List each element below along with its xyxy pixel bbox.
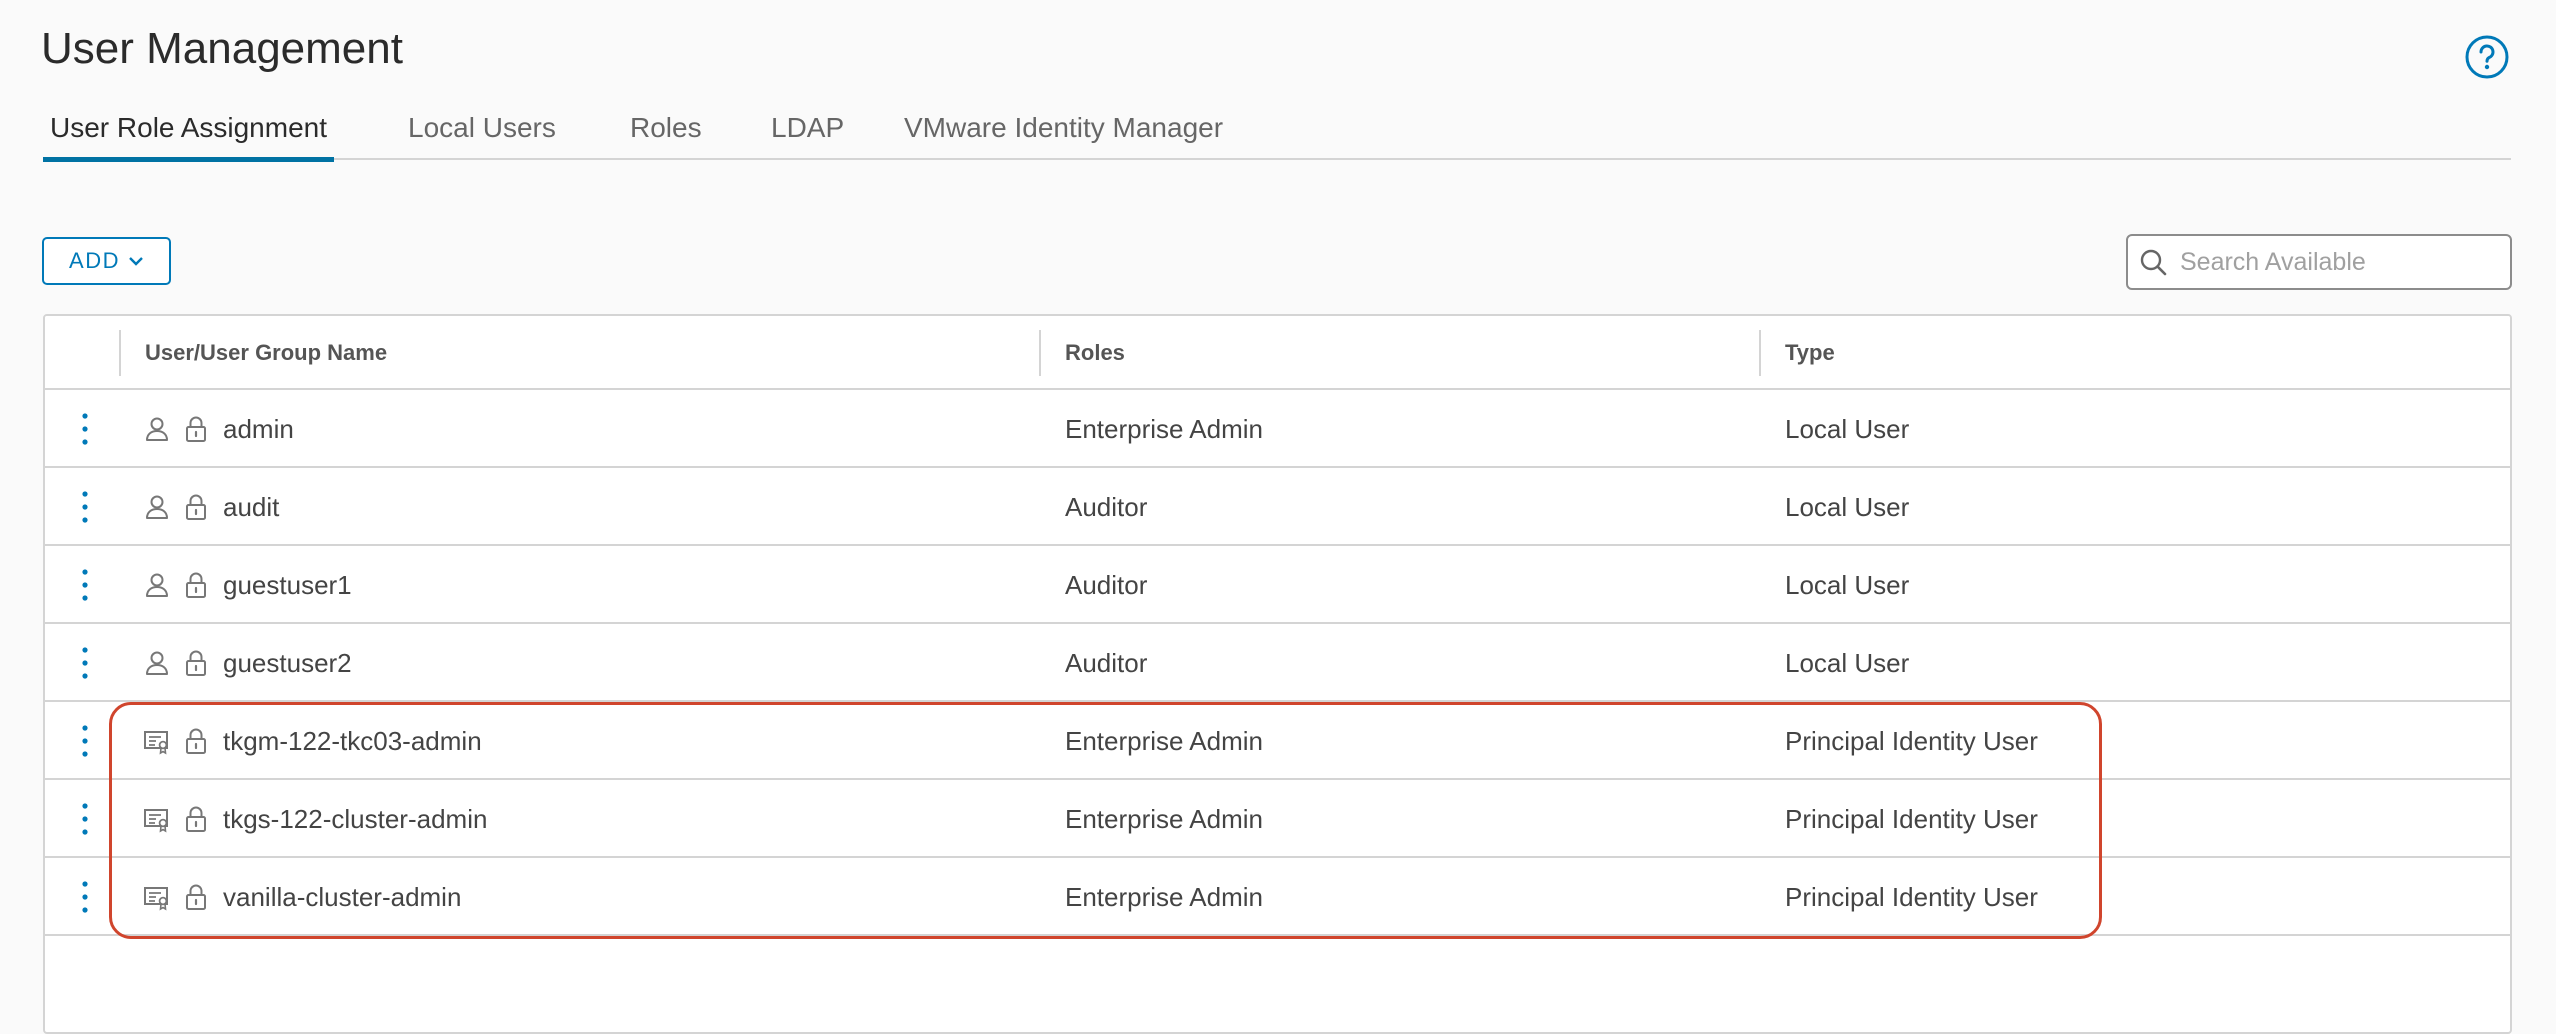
user-icon: [142, 414, 172, 444]
certificate-icon: [142, 882, 172, 912]
column-separator[interactable]: [1759, 330, 1761, 376]
help-icon[interactable]: [2464, 34, 2510, 80]
lock-icon: [181, 804, 211, 834]
chevron-down-icon: [129, 257, 143, 266]
page-title: User Management: [41, 24, 403, 73]
column-separator: [119, 330, 121, 376]
cell-type: Local User: [1785, 648, 1910, 678]
lock-icon: [181, 414, 211, 444]
row-actions-icon[interactable]: [73, 800, 97, 838]
tab-ldap[interactable]: LDAP: [764, 106, 851, 160]
cell-type: Local User: [1785, 570, 1910, 600]
cell-role: Enterprise Admin: [1065, 882, 1263, 912]
certificate-icon: [142, 726, 172, 756]
cell-name: vanilla-cluster-admin: [223, 882, 462, 912]
column-header-roles[interactable]: Roles: [1065, 316, 1125, 390]
table-row[interactable]: audit Auditor Local User: [45, 468, 2510, 546]
cell-name: guestuser2: [223, 648, 352, 678]
tab-user-role-assignment[interactable]: User Role Assignment: [43, 106, 335, 162]
search-input[interactable]: [2180, 247, 2510, 277]
row-actions-icon[interactable]: [73, 644, 97, 682]
add-button-label: ADD: [69, 248, 120, 273]
lock-icon: [181, 648, 211, 678]
grid-header: User/User Group Name Roles Type: [45, 316, 2510, 390]
certificate-icon: [142, 804, 172, 834]
tab-vmware-identity-manager[interactable]: VMware Identity Manager: [897, 106, 1230, 160]
cell-name: tkgs-122-cluster-admin: [223, 804, 488, 834]
table-row[interactable]: tkgs-122-cluster-admin Enterprise Admin Pr…: [45, 780, 2510, 858]
cell-type: Principal Identity User: [1785, 726, 2038, 756]
table-row[interactable]: tkgm-122-tkc03-admin Enterprise Admin Prin…: [45, 702, 2510, 780]
cell-name: guestuser1: [223, 570, 352, 600]
cell-role: Auditor: [1065, 570, 1148, 600]
tab-bar: User Role Assignment Local Users Roles L…: [43, 106, 2511, 162]
user-icon: [142, 570, 172, 600]
column-header-name[interactable]: User/User Group Name: [145, 316, 387, 390]
cell-type: Local User: [1785, 492, 1910, 522]
cell-role: Enterprise Admin: [1065, 414, 1263, 444]
lock-icon: [181, 882, 211, 912]
row-actions-icon[interactable]: [73, 878, 97, 916]
column-header-type[interactable]: Type: [1785, 316, 1835, 390]
lock-icon: [181, 570, 211, 600]
tab-roles[interactable]: Roles: [623, 106, 709, 160]
cell-name: audit: [223, 492, 280, 522]
search-box[interactable]: [2126, 234, 2512, 290]
cell-role: Enterprise Admin: [1065, 726, 1263, 756]
cell-type: Principal Identity User: [1785, 882, 2038, 912]
tab-local-users[interactable]: Local Users: [401, 106, 563, 160]
user-icon: [142, 492, 172, 522]
table-row[interactable]: guestuser1 Auditor Local User: [45, 546, 2510, 624]
cell-type: Local User: [1785, 414, 1910, 444]
row-actions-icon[interactable]: [73, 722, 97, 760]
table-row[interactable]: guestuser2 Auditor Local User: [45, 624, 2510, 702]
lock-icon: [181, 492, 211, 522]
table-row[interactable]: admin Enterprise Admin Local User: [45, 390, 2510, 468]
lock-icon: [181, 726, 211, 756]
cell-type: Principal Identity User: [1785, 804, 2038, 834]
cell-role: Auditor: [1065, 492, 1148, 522]
user-role-datagrid: User/User Group Name Roles Type admin Ent…: [43, 314, 2512, 1034]
row-actions-icon[interactable]: [73, 488, 97, 526]
cell-role: Auditor: [1065, 648, 1148, 678]
add-button[interactable]: ADD: [42, 237, 171, 285]
search-icon: [2140, 249, 2167, 276]
user-icon: [142, 648, 172, 678]
cell-name: tkgm-122-tkc03-admin: [223, 726, 482, 756]
row-actions-icon[interactable]: [73, 566, 97, 604]
table-row[interactable]: vanilla-cluster-admin Enterprise Admin Pri…: [45, 858, 2510, 936]
row-actions-icon[interactable]: [73, 410, 97, 448]
cell-role: Enterprise Admin: [1065, 804, 1263, 834]
cell-name: admin: [223, 414, 294, 444]
column-separator[interactable]: [1039, 330, 1041, 376]
